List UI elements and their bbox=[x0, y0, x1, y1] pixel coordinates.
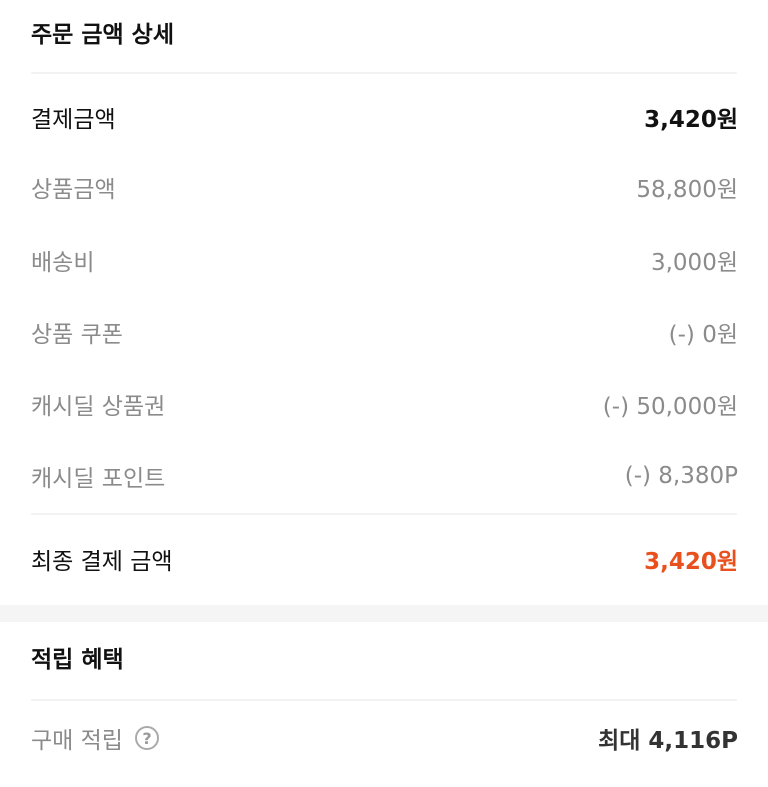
product-coupon-row: 상품 쿠폰 (-) 0원 bbox=[31, 312, 738, 352]
payment-amount-label: 결제금액 bbox=[31, 107, 116, 133]
section-separator bbox=[0, 605, 768, 622]
product-coupon-value: (-) 0원 bbox=[668, 322, 738, 348]
product-coupon-label: 상품 쿠폰 bbox=[31, 322, 123, 348]
cashdeal-voucher-row: 캐시딜 상품권 (-) 50,000원 bbox=[31, 384, 738, 424]
divider bbox=[31, 699, 737, 701]
product-amount-label: 상품금액 bbox=[31, 177, 116, 203]
purchase-reward-label-group: 구매 적립 ? bbox=[31, 721, 159, 755]
rewards-section: 적립 혜택 구매 적립 ? 최대 4,116P bbox=[0, 622, 768, 787]
final-payment-label: 최종 결제 금액 bbox=[31, 549, 173, 575]
cashdeal-voucher-value: (-) 50,000원 bbox=[602, 394, 738, 420]
purchase-reward-value: 최대 4,116P bbox=[598, 728, 738, 754]
product-amount-row: 상품금액 58,800원 bbox=[31, 167, 738, 207]
rewards-title: 적립 혜택 bbox=[31, 647, 124, 673]
question-circle-icon[interactable]: ? bbox=[134, 726, 159, 750]
shipping-fee-label: 배송비 bbox=[31, 250, 95, 276]
purchase-reward-row: 구매 적립 ? 최대 4,116P bbox=[31, 718, 738, 758]
final-payment-row: 최종 결제 금액 3,420원 bbox=[31, 539, 738, 579]
divider bbox=[31, 513, 737, 515]
order-details-section: 주문 금액 상세 결제금액 3,420원 상품금액 58,800원 배송비 3,… bbox=[0, 0, 768, 605]
payment-amount-value: 3,420원 bbox=[644, 107, 738, 133]
shipping-fee-row: 배송비 3,000원 bbox=[31, 240, 738, 280]
order-details-title: 주문 금액 상세 bbox=[31, 22, 174, 48]
cashdeal-point-row: 캐시딜 포인트 (-) 8,380P bbox=[31, 456, 738, 496]
divider bbox=[31, 72, 737, 74]
cashdeal-point-label: 캐시딜 포인트 bbox=[31, 466, 166, 492]
purchase-reward-label: 구매 적립 bbox=[31, 728, 123, 754]
final-payment-value: 3,420원 bbox=[644, 549, 738, 575]
cashdeal-voucher-label: 캐시딜 상품권 bbox=[31, 394, 166, 420]
product-amount-value: 58,800원 bbox=[636, 177, 738, 203]
shipping-fee-value: 3,000원 bbox=[650, 250, 738, 276]
payment-amount-row: 결제금액 3,420원 bbox=[31, 97, 738, 137]
cashdeal-point-value: (-) 8,380P bbox=[624, 463, 738, 489]
